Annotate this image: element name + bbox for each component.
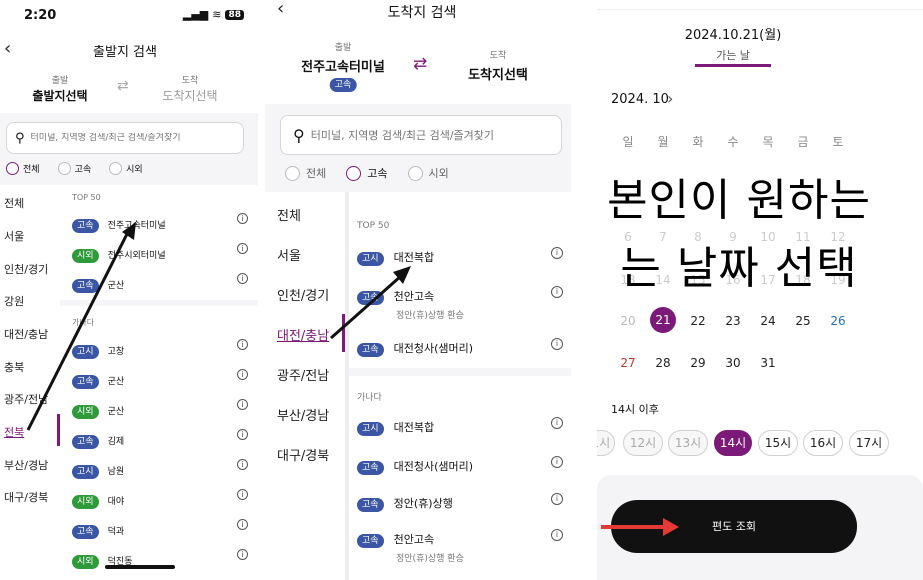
arrival-search-screen: ‹ 도착지 검색 출발 전주고속터미널 고속 ⇄ 도착 도착지선택 ⚲ 전체 고… [265, 0, 571, 580]
date-select-screen: 2024.10.21(월) 가는 날 2024. 10 › 일 월 화 수 목 … [597, 0, 923, 580]
departure-search-screen: 2:20 ▂▄▆ ≋ 88 ‹ 출발지 검색 출발 출발지선택 ⇄ 도착 도착지… [0, 0, 258, 580]
annotation-arrow [601, 518, 679, 536]
annotation-arrow [26, 222, 136, 431]
annotation-arrow [330, 266, 411, 340]
